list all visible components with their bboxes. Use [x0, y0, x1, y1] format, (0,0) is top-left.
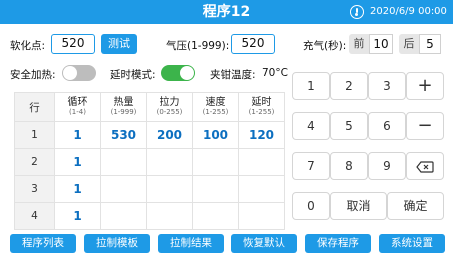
- table-cell[interactable]: [100, 175, 147, 203]
- cancel-button[interactable]: 取消: [330, 192, 387, 220]
- key-4[interactable]: 4: [292, 112, 330, 140]
- key-1[interactable]: 1: [292, 72, 330, 100]
- table-cell[interactable]: 530: [100, 121, 147, 149]
- row-index: 4: [14, 202, 55, 230]
- datetime: 2020/6/9 00:00: [370, 6, 447, 17]
- key-backspace[interactable]: [406, 152, 444, 180]
- program-table: 行 循环 (1-4) 热量 (1-999) 拉力 (0-255) 速度 (1-255) …: [14, 92, 285, 230]
- table-cell[interactable]: [146, 175, 193, 203]
- row-index: 2: [14, 148, 55, 176]
- backspace-icon: [416, 161, 434, 173]
- column-header: 循环 (1-4): [54, 92, 101, 122]
- inflate-front-field[interactable]: 10: [369, 34, 393, 54]
- delay-mode-label: 延时模式:: [110, 69, 156, 81]
- column-header: 速度 (1-255): [192, 92, 239, 122]
- row-index: 1: [14, 121, 55, 149]
- key-minus[interactable]: −: [406, 112, 444, 140]
- table-cell[interactable]: 1: [54, 121, 101, 149]
- key-9[interactable]: 9: [368, 152, 406, 180]
- pressure-field[interactable]: 520: [231, 34, 275, 54]
- restore-default-button[interactable]: 恢复默认: [231, 234, 297, 253]
- column-header: 延时 (1-255): [238, 92, 285, 122]
- table-cell[interactable]: [238, 148, 285, 176]
- inflate-front-label: 前: [349, 34, 369, 54]
- key-6[interactable]: 6: [368, 112, 406, 140]
- table-row: 3 1: [14, 175, 285, 203]
- clamp-temp-value: 70°C: [262, 67, 288, 79]
- table-cell[interactable]: 1: [54, 175, 101, 203]
- key-5[interactable]: 5: [330, 112, 368, 140]
- table-header-row: 行 循环 (1-4) 热量 (1-999) 拉力 (0-255) 速度 (1-255) …: [14, 92, 285, 122]
- system-settings-button[interactable]: 系统设置: [379, 234, 445, 253]
- program-list-button[interactable]: 程序列表: [10, 234, 76, 253]
- key-7[interactable]: 7: [292, 152, 330, 180]
- key-plus[interactable]: +: [406, 72, 444, 100]
- save-program-button[interactable]: 保存程序: [305, 234, 371, 253]
- table-cell[interactable]: [146, 202, 193, 230]
- inflate-back-label: 后: [399, 34, 419, 54]
- safety-heat-label: 安全加热:: [10, 69, 56, 81]
- table-cell[interactable]: 120: [238, 121, 285, 149]
- delay-mode-toggle[interactable]: [161, 65, 195, 81]
- table-cell[interactable]: 200: [146, 121, 193, 149]
- column-header: 热量 (1-999): [100, 92, 147, 122]
- row-header: 行: [14, 92, 55, 122]
- key-8[interactable]: 8: [330, 152, 368, 180]
- softening-point-field[interactable]: 520: [51, 34, 95, 54]
- table-cell[interactable]: 1: [54, 202, 101, 230]
- pressure-label: 气压(1-999):: [166, 40, 230, 52]
- toggle-knob: [180, 66, 194, 80]
- pull-result-button[interactable]: 拉制结果: [158, 234, 224, 253]
- table-row: 2 1: [14, 148, 285, 176]
- table-cell[interactable]: [192, 175, 239, 203]
- key-2[interactable]: 2: [330, 72, 368, 100]
- table-cell[interactable]: [192, 148, 239, 176]
- key-0[interactable]: 0: [292, 192, 330, 220]
- table-cell[interactable]: [238, 175, 285, 203]
- pull-template-button[interactable]: 拉制模板: [84, 234, 150, 253]
- inflate-label: 充气(秒):: [303, 40, 347, 52]
- table-cell[interactable]: [100, 148, 147, 176]
- table-row: 1 1 530 200 100 120: [14, 121, 285, 149]
- test-button[interactable]: 测试: [101, 34, 137, 54]
- column-header: 拉力 (0-255): [146, 92, 193, 122]
- table-cell[interactable]: [238, 202, 285, 230]
- softening-point-label: 软化点:: [10, 40, 46, 52]
- row-index: 3: [14, 175, 55, 203]
- table-cell[interactable]: [146, 148, 193, 176]
- confirm-button[interactable]: 确定: [387, 192, 444, 220]
- inflate-back-field[interactable]: 5: [419, 34, 441, 54]
- table-cell[interactable]: 1: [54, 148, 101, 176]
- safety-heat-toggle[interactable]: [62, 65, 96, 81]
- table-row: 4 1: [14, 202, 285, 230]
- key-3[interactable]: 3: [368, 72, 406, 100]
- table-cell[interactable]: [100, 202, 147, 230]
- table-cell[interactable]: [192, 202, 239, 230]
- table-cell[interactable]: 100: [192, 121, 239, 149]
- thermometer-icon: [350, 5, 364, 19]
- toggle-knob: [63, 66, 77, 80]
- clamp-temp-label: 夹钳温度:: [210, 69, 256, 81]
